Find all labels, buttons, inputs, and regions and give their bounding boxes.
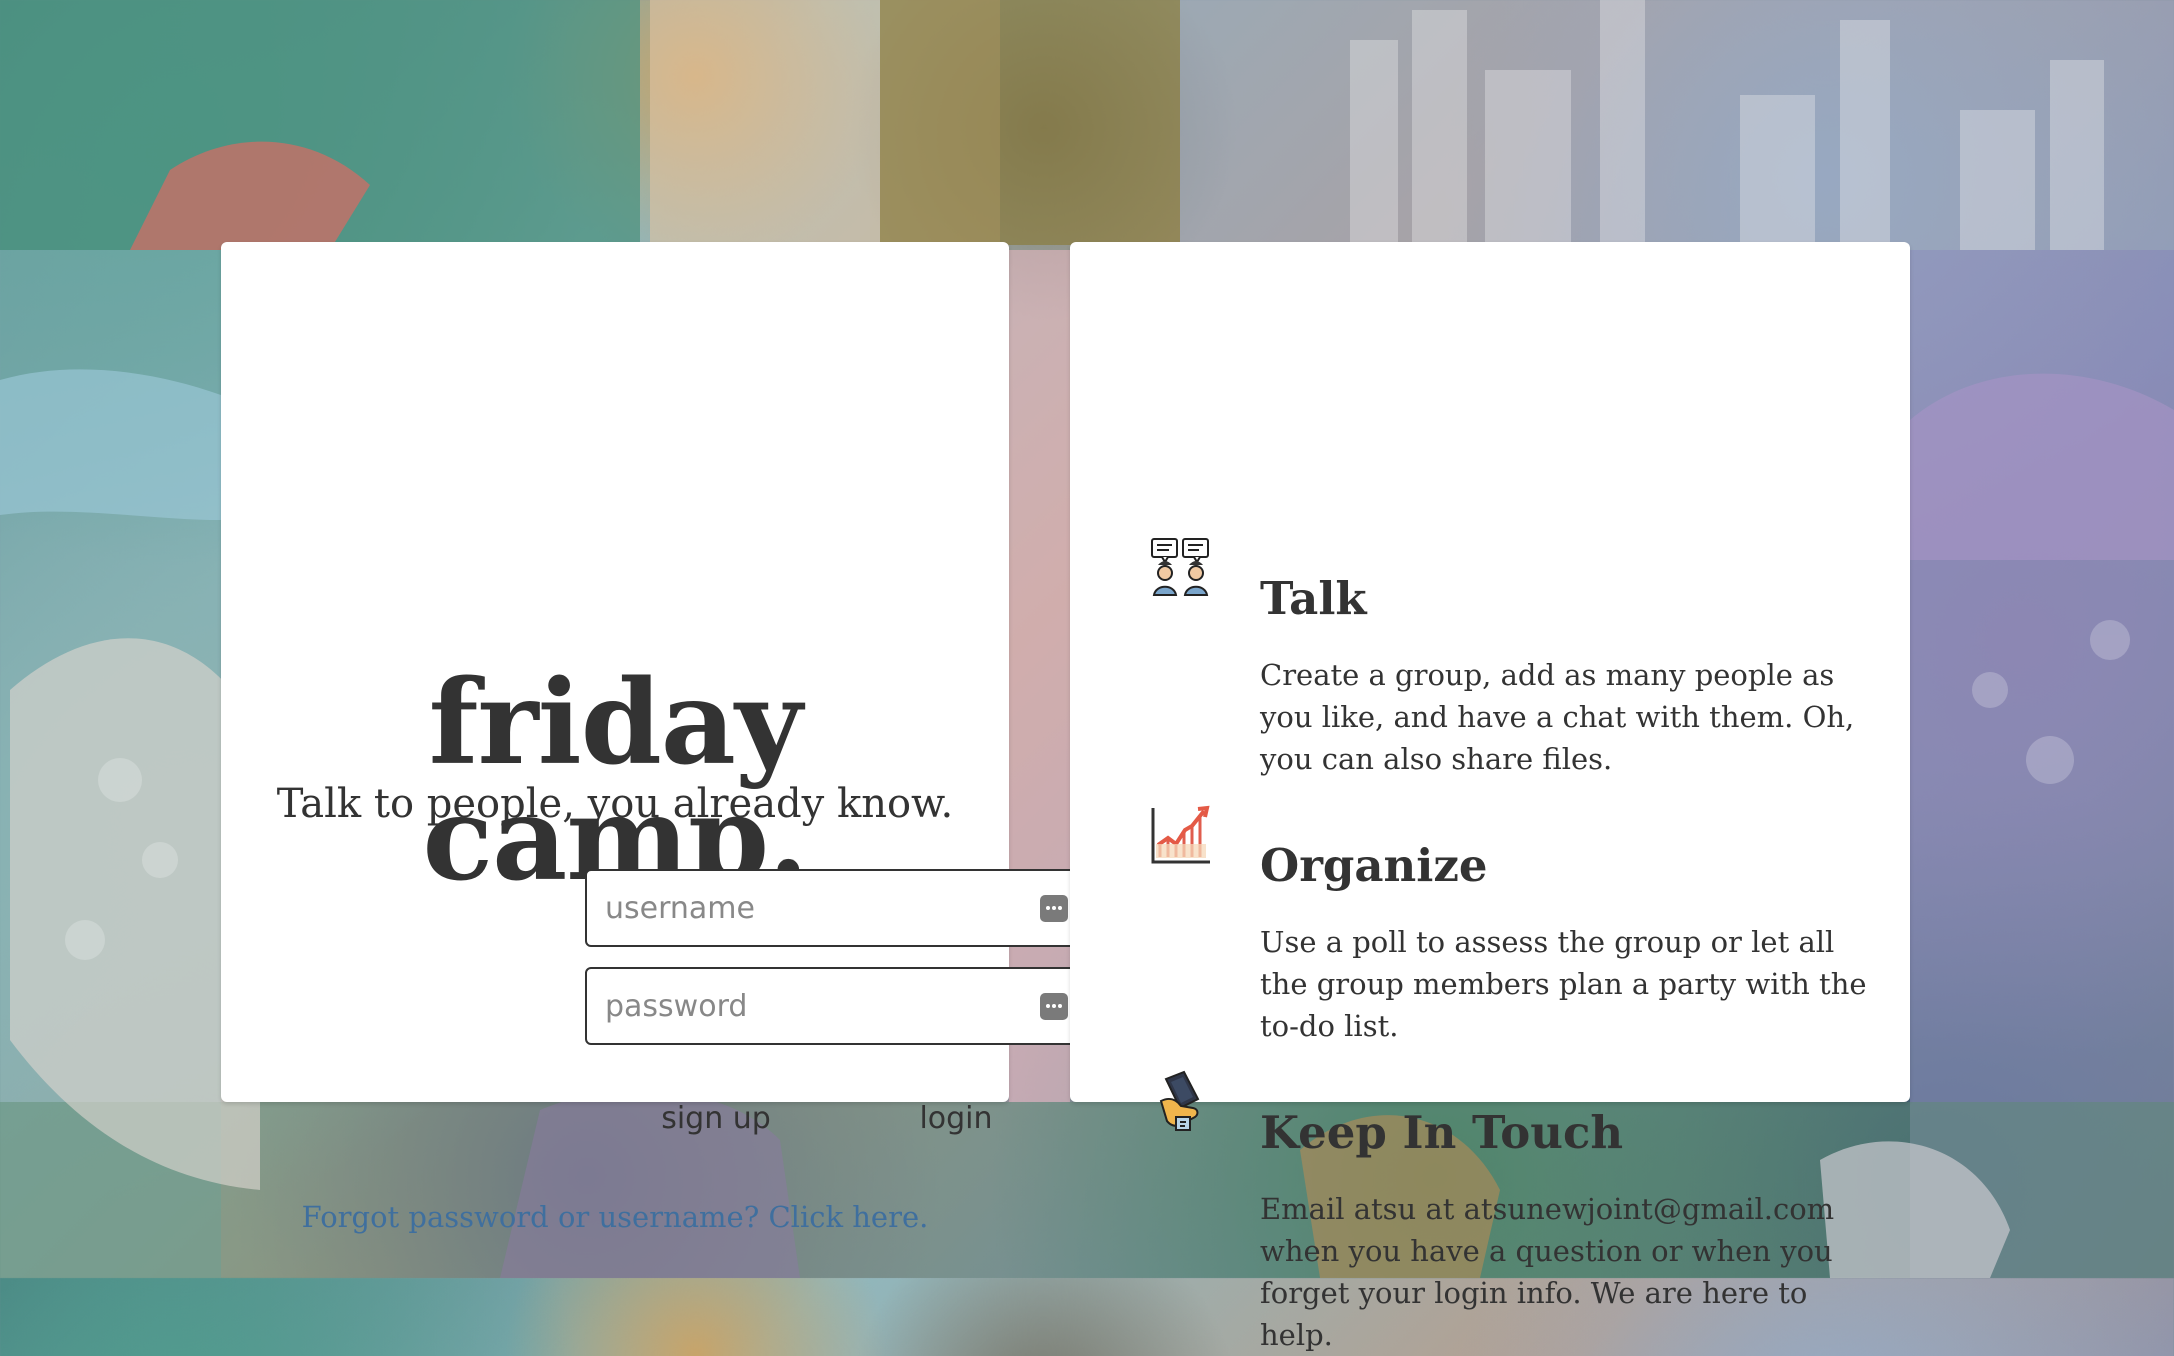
feature-title-keep-in-touch: Keep In Touch — [1260, 1106, 1624, 1160]
password-manager-icon[interactable] — [1040, 895, 1068, 922]
feature-title-talk: Talk — [1260, 572, 1367, 626]
username-field[interactable] — [585, 869, 1085, 947]
feature-title-organize: Organize — [1260, 839, 1488, 893]
password-manager-icon[interactable] — [1040, 993, 1068, 1020]
feature-description-keep-in-touch: Email atsu at atsunewjoint@gmail.com whe… — [1260, 1192, 1835, 1352]
password-field[interactable] — [585, 967, 1085, 1045]
app-tagline: Talk to people, you already know. — [276, 781, 954, 827]
features-card: Talk Create a group, add as many people … — [1070, 242, 1910, 1352]
login-card: friday camp. Talk to people, you already… — [221, 242, 1085, 1234]
growth-chart-icon — [1151, 805, 1210, 864]
password-input[interactable] — [605, 979, 1015, 1033]
people-chat-icon — [1151, 538, 1209, 596]
feature-description-organize: Use a poll to assess the group or let al… — [1260, 925, 1867, 1043]
login-button[interactable]: login — [901, 1097, 1011, 1141]
sign-up-button[interactable]: sign up — [641, 1097, 791, 1141]
feature-description-talk: Create a group, add as many people as yo… — [1260, 658, 1855, 776]
phone-hand-icon — [1159, 1070, 1200, 1131]
forgot-credentials-link[interactable]: Forgot password or username? Click here. — [221, 1200, 1009, 1235]
username-input[interactable] — [605, 881, 1015, 935]
